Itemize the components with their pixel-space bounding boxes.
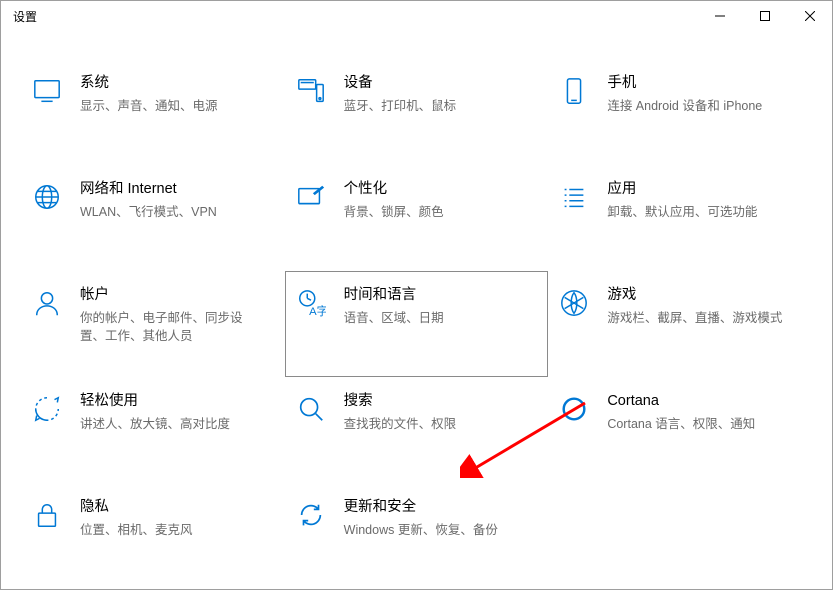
tile-title: 隐私	[80, 498, 193, 518]
maximize-button[interactable]	[742, 1, 787, 31]
tile-system[interactable]: 系统 显示、声音、通知、电源	[21, 59, 285, 165]
tile-personalization[interactable]: 个性化 背景、锁屏、颜色	[285, 165, 549, 271]
tile-title: 网络和 Internet	[80, 180, 217, 200]
tiles-grid: 系统 显示、声音、通知、电源 设备 蓝牙、打印机、鼠标 手机 连接 Androi…	[1, 31, 832, 589]
tile-title: 搜索	[344, 392, 457, 412]
tile-desc: 连接 Android 设备和 iPhone	[607, 97, 762, 115]
tile-ease-of-access[interactable]: 轻松使用 讲述人、放大镜、高对比度	[21, 377, 285, 483]
update-icon	[294, 498, 328, 532]
cortana-icon	[557, 392, 591, 426]
svg-text:A字: A字	[309, 304, 326, 318]
tile-apps[interactable]: 应用 卸载、默认应用、可选功能	[548, 165, 812, 271]
accounts-icon	[30, 286, 64, 320]
phone-icon	[557, 74, 591, 108]
tile-desc: 语音、区域、日期	[344, 309, 444, 327]
close-button[interactable]	[787, 1, 832, 31]
tile-title: 个性化	[344, 180, 444, 200]
titlebar: 设置	[1, 1, 832, 31]
time-language-icon: A字	[294, 286, 328, 320]
devices-icon	[294, 74, 328, 108]
window-controls	[697, 1, 832, 31]
tile-desc: 卸载、默认应用、可选功能	[607, 203, 757, 221]
tile-title: 设备	[344, 74, 457, 94]
tile-gaming[interactable]: 游戏 游戏栏、截屏、直播、游戏模式	[548, 271, 812, 377]
minimize-button[interactable]	[697, 1, 742, 31]
tile-title: 应用	[607, 180, 757, 200]
tile-accounts[interactable]: 帐户 你的帐户、电子邮件、同步设置、工作、其他人员	[21, 271, 285, 377]
tile-desc: 背景、锁屏、颜色	[344, 203, 444, 221]
privacy-icon	[30, 498, 64, 532]
tile-title: 游戏	[607, 286, 782, 306]
tile-desc: Windows 更新、恢复、备份	[344, 521, 498, 539]
tile-title: 手机	[607, 74, 762, 94]
tile-title: 帐户	[80, 286, 258, 306]
tile-network[interactable]: 网络和 Internet WLAN、飞行模式、VPN	[21, 165, 285, 271]
gaming-icon	[557, 286, 591, 320]
tile-desc: 查找我的文件、权限	[344, 415, 457, 433]
tile-devices[interactable]: 设备 蓝牙、打印机、鼠标	[285, 59, 549, 165]
system-icon	[30, 74, 64, 108]
tile-title: Cortana	[607, 392, 755, 412]
network-icon	[30, 180, 64, 214]
tile-update-security[interactable]: 更新和安全 Windows 更新、恢复、备份	[285, 483, 549, 589]
tile-title: 时间和语言	[344, 286, 444, 306]
personalization-icon	[294, 180, 328, 214]
tile-desc: 显示、声音、通知、电源	[80, 97, 218, 115]
tile-desc: 蓝牙、打印机、鼠标	[344, 97, 457, 115]
tile-desc: WLAN、飞行模式、VPN	[80, 203, 217, 221]
ease-of-access-icon	[30, 392, 64, 426]
tile-desc: 位置、相机、麦克风	[80, 521, 193, 539]
apps-icon	[557, 180, 591, 214]
tile-cortana[interactable]: Cortana Cortana 语言、权限、通知	[548, 377, 812, 483]
tile-title: 轻松使用	[80, 392, 230, 412]
search-icon	[294, 392, 328, 426]
tile-desc: 游戏栏、截屏、直播、游戏模式	[607, 309, 782, 327]
tile-desc: 讲述人、放大镜、高对比度	[80, 415, 230, 433]
tile-phone[interactable]: 手机 连接 Android 设备和 iPhone	[548, 59, 812, 165]
tile-search[interactable]: 搜索 查找我的文件、权限	[285, 377, 549, 483]
tile-desc: 你的帐户、电子邮件、同步设置、工作、其他人员	[80, 309, 258, 345]
tile-time-language[interactable]: A字 时间和语言 语音、区域、日期	[285, 271, 549, 377]
tile-title: 系统	[80, 74, 218, 94]
settings-window: 设置 系统 显示、声音、通知、电源	[0, 0, 833, 590]
tile-desc: Cortana 语言、权限、通知	[607, 415, 755, 433]
tile-title: 更新和安全	[344, 498, 498, 518]
window-title: 设置	[1, 8, 697, 25]
tile-privacy[interactable]: 隐私 位置、相机、麦克风	[21, 483, 285, 589]
